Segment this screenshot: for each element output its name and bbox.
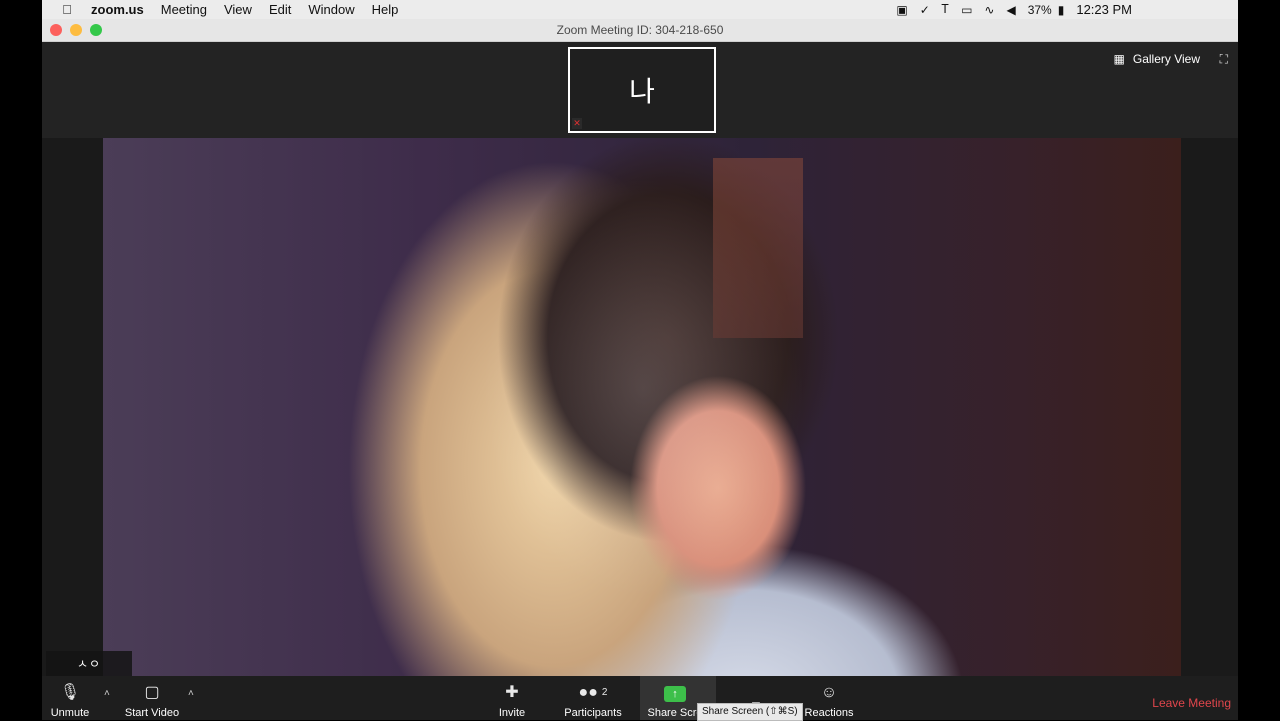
participants-count: 2: [601, 687, 608, 698]
share-screen-button[interactable]: ↑ Share Scre: [645, 676, 705, 720]
menu-bar:  zoom.us Meeting View Edit Window Help …: [42, 0, 1238, 19]
zoom-window-button[interactable]: [90, 24, 102, 36]
apple-icon[interactable]: : [60, 2, 74, 17]
unmute-label: Unmute: [50, 707, 90, 719]
video-options-chevron-icon[interactable]: ˄: [188, 688, 194, 699]
reactions-button[interactable]: ☺ Reactions: [804, 676, 854, 720]
start-video-label: Start Video: [124, 707, 180, 719]
zoom-window: Zoom Meeting ID: 304-218-650 나 ✕ ▦ Galle…: [42, 19, 1238, 721]
gallery-view-button[interactable]: ▦ Gallery View: [1114, 52, 1200, 66]
mic-muted-icon: ✕: [572, 118, 582, 129]
add-person-icon: ✚: [505, 684, 519, 701]
participant-name: 나: [629, 76, 655, 107]
audio-options-chevron-icon[interactable]: ˄: [104, 688, 110, 699]
self-view-thumbnail[interactable]: 나 ✕: [568, 47, 716, 133]
wall-poster: [713, 158, 803, 338]
caption-text: ㅅㅇ: [76, 657, 102, 671]
close-window-button[interactable]: [50, 24, 62, 36]
wifi-icon[interactable]: ∿: [984, 3, 994, 17]
invite-label: Invite: [498, 707, 526, 719]
menu-help[interactable]: Help: [372, 2, 399, 17]
leave-meeting-button[interactable]: Leave Meeting: [1152, 696, 1231, 710]
window-controls: [50, 24, 102, 36]
menu-app-name[interactable]: zoom.us: [91, 2, 144, 17]
window-title: Zoom Meeting ID: 304-218-650: [556, 23, 724, 37]
battery-percent: 37%: [1027, 2, 1052, 17]
participants-icon: ●● 2: [578, 684, 608, 701]
thumbnail-strip: 나 ✕ ▦ Gallery View ⛶: [42, 42, 1238, 138]
share-screen-tooltip: Share Screen (⇧⌘S): [697, 703, 803, 721]
volume-icon[interactable]: ◀: [1006, 3, 1015, 17]
grid-icon: ▦: [1113, 52, 1125, 66]
unmute-button[interactable]: 🎙 Unmute: [50, 676, 90, 720]
bluetooth-icon[interactable]: Ꭲ: [942, 2, 949, 17]
share-screen-label: Share Scre: [647, 707, 703, 719]
battery-icon[interactable]: ▮: [1058, 3, 1065, 17]
camera-off-icon: ▢: [144, 684, 160, 701]
menu-view[interactable]: View: [224, 2, 252, 17]
gallery-view-label: Gallery View: [1132, 52, 1200, 66]
share-arrow-icon: ↑: [664, 686, 686, 702]
microphone-muted-icon: 🎙: [59, 684, 81, 701]
zoom-status-icon[interactable]: ▣: [896, 3, 907, 17]
menu-extras: ▣ ✓ Ꭲ ▭ ∿ ◀ 37% ▮ 12:23 PM: [896, 0, 1238, 19]
fullscreen-icon[interactable]: ⛶: [1220, 52, 1228, 67]
title-bar: Zoom Meeting ID: 304-218-650: [42, 19, 1238, 42]
menu-meeting[interactable]: Meeting: [161, 2, 207, 17]
participants-button[interactable]: ●● 2 Participants: [562, 676, 624, 720]
menu-window[interactable]: Window: [308, 2, 354, 17]
invite-button[interactable]: ✚ Invite: [494, 676, 530, 720]
meeting-toolbar: 🎙 Unmute ˄ ▢ Start Video ˄ ✚ Invite ●● 2 …: [42, 676, 1238, 721]
smiley-icon: ☺: [820, 684, 838, 701]
participants-label: Participants: [564, 707, 622, 719]
airplay-icon[interactable]: ▭: [961, 3, 972, 17]
checkmark-status-icon[interactable]: ✓: [920, 3, 930, 17]
reactions-label: Reactions: [804, 707, 854, 719]
caption-chip: ㅅㅇ: [46, 651, 132, 676]
start-video-button[interactable]: ▢ Start Video: [124, 676, 180, 720]
minimize-window-button[interactable]: [70, 24, 82, 36]
active-speaker-video: [103, 138, 1181, 676]
menu-clock[interactable]: 12:23 PM: [1076, 2, 1132, 17]
menu-edit[interactable]: Edit: [269, 2, 291, 17]
